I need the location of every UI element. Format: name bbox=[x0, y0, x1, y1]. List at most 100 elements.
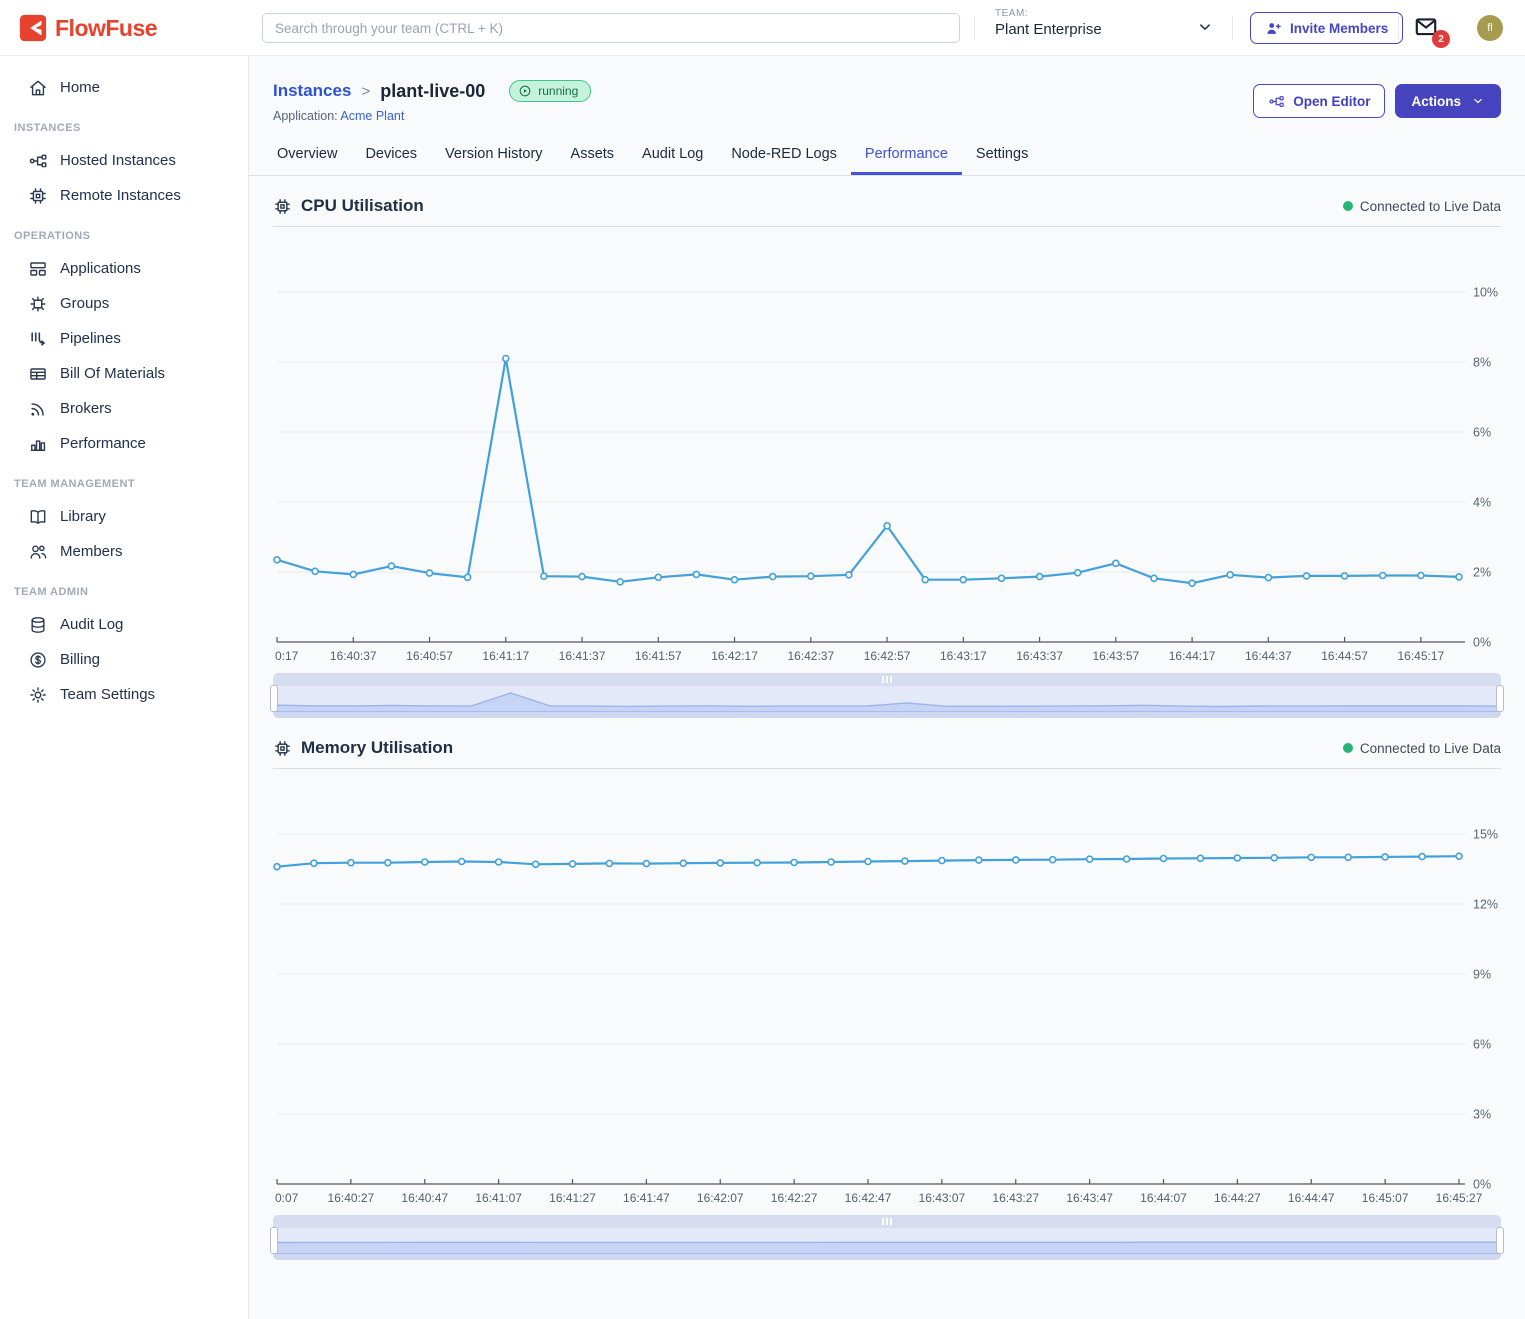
svg-text:16:44:27: 16:44:27 bbox=[1214, 1191, 1261, 1205]
sidebar-item-audit-log[interactable]: Audit Log bbox=[0, 607, 248, 642]
memory-mini-chart bbox=[273, 1228, 1501, 1254]
svg-text:10%: 10% bbox=[1473, 286, 1498, 300]
svg-text:0%: 0% bbox=[1473, 1178, 1491, 1192]
memory-scrubber-track[interactable] bbox=[273, 1215, 1501, 1228]
svg-text:16:45:27: 16:45:27 bbox=[1436, 1191, 1483, 1205]
sidebar-item-performance[interactable]: Performance bbox=[0, 426, 248, 461]
tab-version-history[interactable]: Version History bbox=[431, 137, 557, 175]
memory-chip-icon bbox=[273, 739, 292, 758]
svg-text:16:44:57: 16:44:57 bbox=[1321, 649, 1368, 663]
svg-text:16:43:27: 16:43:27 bbox=[992, 1191, 1039, 1205]
tab-assets[interactable]: Assets bbox=[557, 137, 629, 175]
cpu-section-header: CPU Utilisation Connected to Live Data bbox=[273, 196, 1501, 227]
tab-settings[interactable]: Settings bbox=[962, 137, 1042, 175]
sidebar-item-applications[interactable]: Applications bbox=[0, 251, 248, 286]
svg-text:16:44:07: 16:44:07 bbox=[1140, 1191, 1187, 1205]
cpu-scrubber-window[interactable] bbox=[273, 686, 1501, 712]
memory-scrubber-window[interactable] bbox=[273, 1228, 1501, 1254]
home-icon bbox=[28, 78, 48, 98]
memory-scrubber-left-handle[interactable] bbox=[270, 1227, 278, 1254]
header-buttons: Open Editor Actions bbox=[1253, 84, 1501, 118]
memory-utilisation-chart: 15%12%9%6%3%0%0:0716:40:2716:40:4716:41:… bbox=[273, 769, 1501, 1211]
members-icon bbox=[28, 542, 48, 562]
svg-text:8%: 8% bbox=[1473, 356, 1491, 370]
editor-node-icon bbox=[1268, 93, 1285, 110]
sidebar-item-label: Applications bbox=[60, 260, 141, 277]
svg-text:3%: 3% bbox=[1473, 1108, 1491, 1122]
flowfuse-logo[interactable]: FlowFuse bbox=[18, 13, 157, 43]
memory-range-scrubber[interactable] bbox=[273, 1215, 1501, 1260]
tab-node-red-logs[interactable]: Node-RED Logs bbox=[717, 137, 851, 175]
tab-audit-log[interactable]: Audit Log bbox=[628, 137, 717, 175]
memory-section-header: Memory Utilisation Connected to Live Dat… bbox=[273, 738, 1501, 769]
brokers-icon bbox=[28, 399, 48, 419]
divider bbox=[1232, 16, 1233, 40]
sidebar-item-label: Performance bbox=[60, 435, 146, 452]
sidebar-section-instances: INSTANCES bbox=[14, 122, 248, 134]
open-editor-label: Open Editor bbox=[1293, 94, 1370, 109]
sidebar-item-team-settings[interactable]: Team Settings bbox=[0, 677, 248, 712]
sidebar-item-label: Hosted Instances bbox=[60, 152, 176, 169]
svg-text:16:42:27: 16:42:27 bbox=[771, 1191, 818, 1205]
svg-text:16:42:57: 16:42:57 bbox=[864, 649, 911, 663]
memory-scrubber-base bbox=[273, 1254, 1501, 1260]
actions-label: Actions bbox=[1411, 94, 1461, 109]
status-badge: running bbox=[509, 80, 591, 102]
svg-text:16:44:17: 16:44:17 bbox=[1169, 649, 1216, 663]
actions-button[interactable]: Actions bbox=[1395, 84, 1501, 118]
cpu-live-status: Connected to Live Data bbox=[1343, 199, 1501, 214]
application-link[interactable]: Acme Plant bbox=[340, 109, 404, 123]
svg-text:16:41:37: 16:41:37 bbox=[559, 649, 606, 663]
sidebar-item-groups[interactable]: Groups bbox=[0, 286, 248, 321]
chevron-down-icon[interactable] bbox=[1196, 18, 1214, 36]
cpu-scrubber-right-handle[interactable] bbox=[1496, 685, 1504, 712]
hosted-instances-icon bbox=[28, 151, 48, 171]
svg-text:6%: 6% bbox=[1473, 426, 1491, 440]
tab-overview[interactable]: Overview bbox=[263, 137, 351, 175]
svg-text:0%: 0% bbox=[1473, 636, 1491, 650]
avatar[interactable]: fl bbox=[1477, 15, 1503, 41]
memory-section-title: Memory Utilisation bbox=[273, 738, 453, 758]
status-badge-label: running bbox=[538, 84, 578, 98]
sidebar-item-label: Bill Of Materials bbox=[60, 365, 165, 382]
invite-members-button[interactable]: Invite Members bbox=[1250, 12, 1403, 44]
sidebar-item-bill-of-materials[interactable]: Bill Of Materials bbox=[0, 356, 248, 391]
grip-icon[interactable] bbox=[882, 1218, 892, 1225]
team-selector[interactable]: TEAM: Plant Enterprise bbox=[995, 8, 1207, 38]
cpu-range-scrubber[interactable] bbox=[273, 673, 1501, 718]
sidebar-item-hosted-instances[interactable]: Hosted Instances bbox=[0, 143, 248, 178]
sidebar-item-members[interactable]: Members bbox=[0, 534, 248, 569]
grip-icon[interactable] bbox=[882, 676, 892, 683]
cpu-live-label: Connected to Live Data bbox=[1360, 199, 1501, 214]
search-input[interactable] bbox=[262, 13, 960, 43]
sidebar-item-label: Home bbox=[60, 79, 100, 96]
live-dot-icon bbox=[1343, 201, 1353, 211]
sidebar-item-library[interactable]: Library bbox=[0, 499, 248, 534]
tab-performance[interactable]: Performance bbox=[851, 137, 962, 175]
sidebar-item-pipelines[interactable]: Pipelines bbox=[0, 321, 248, 356]
memory-scrubber-right-handle[interactable] bbox=[1496, 1227, 1504, 1254]
svg-text:16:45:07: 16:45:07 bbox=[1362, 1191, 1409, 1205]
live-dot-icon bbox=[1343, 743, 1353, 753]
sidebar-section-team-admin: TEAM ADMIN bbox=[14, 586, 248, 598]
svg-text:16:41:17: 16:41:17 bbox=[482, 649, 529, 663]
svg-text:16:40:47: 16:40:47 bbox=[401, 1191, 448, 1205]
svg-text:16:40:37: 16:40:37 bbox=[330, 649, 377, 663]
open-editor-button[interactable]: Open Editor bbox=[1253, 84, 1385, 118]
svg-text:16:41:57: 16:41:57 bbox=[635, 649, 682, 663]
notifications-button[interactable]: 2 bbox=[1412, 14, 1442, 42]
cpu-chip-icon bbox=[273, 197, 292, 216]
cpu-scrubber-left-handle[interactable] bbox=[270, 685, 278, 712]
svg-text:0:07: 0:07 bbox=[275, 1191, 299, 1205]
breadcrumb-instances-link[interactable]: Instances bbox=[273, 81, 351, 101]
team-name: Plant Enterprise bbox=[995, 21, 1207, 38]
sidebar-item-brokers[interactable]: Brokers bbox=[0, 391, 248, 426]
sidebar-item-billing[interactable]: Billing bbox=[0, 642, 248, 677]
svg-text:15%: 15% bbox=[1473, 828, 1498, 842]
tab-devices[interactable]: Devices bbox=[351, 137, 431, 175]
cpu-scrubber-track[interactable] bbox=[273, 673, 1501, 686]
sidebar-item-home[interactable]: Home bbox=[0, 70, 248, 105]
sidebar-section-operations: OPERATIONS bbox=[14, 230, 248, 242]
sidebar-item-remote-instances[interactable]: Remote Instances bbox=[0, 178, 248, 213]
svg-text:16:43:37: 16:43:37 bbox=[1016, 649, 1063, 663]
